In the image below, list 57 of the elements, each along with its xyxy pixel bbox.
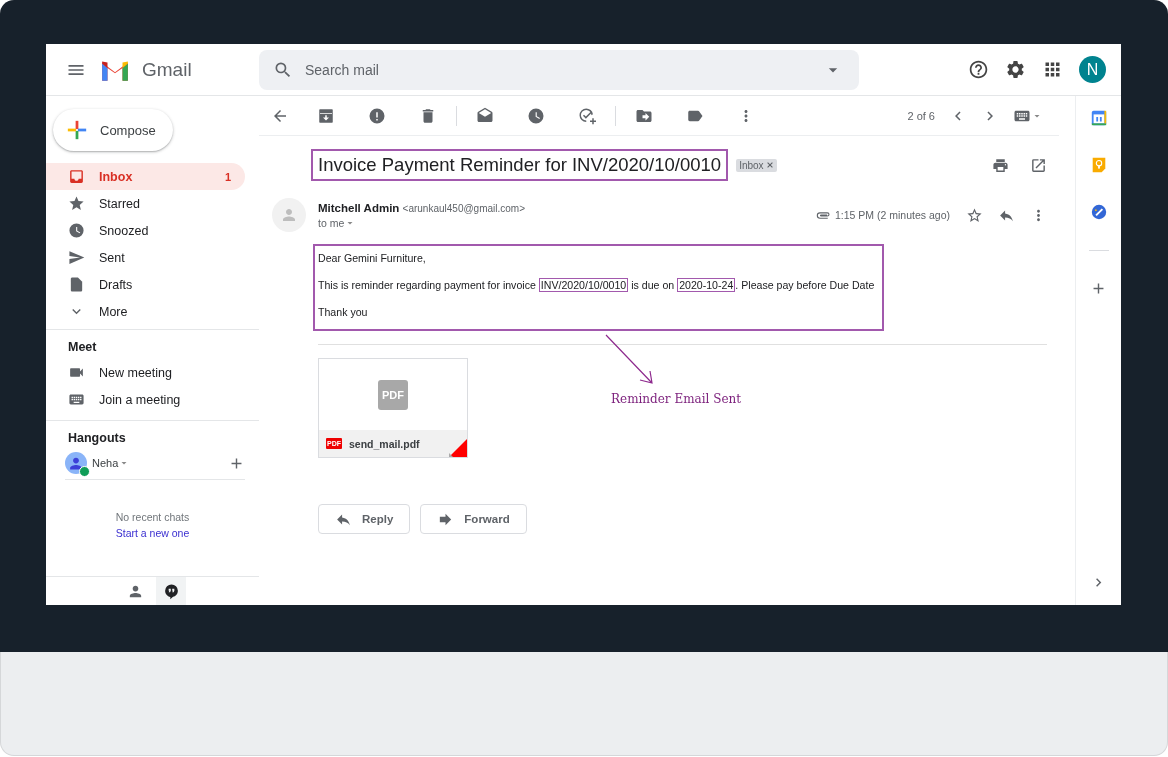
clock-icon[interactable]	[527, 106, 545, 125]
document-icon	[68, 276, 85, 293]
page-corner-icon	[449, 439, 467, 457]
speech-bubble-icon	[162, 582, 180, 600]
hangouts-tab[interactable]	[156, 577, 186, 605]
tasks-check-icon[interactable]	[1089, 203, 1108, 221]
close-icon[interactable]	[765, 161, 774, 169]
empty-chats-text: No recent chats	[114, 511, 191, 523]
action-button[interactable]: Forward	[420, 504, 527, 534]
sender-avatar	[272, 198, 306, 232]
sender-name: Mitchell Admin	[318, 201, 400, 214]
pdf-thumbnail: PDF	[378, 379, 408, 410]
clock-icon	[68, 222, 85, 239]
envelope-icon[interactable]	[476, 106, 494, 125]
add-task-icon[interactable]	[578, 106, 596, 125]
attachment-filename: send_mail.pdf	[349, 437, 420, 450]
open-in-new-window-icon[interactable]	[1030, 156, 1047, 174]
star-icon	[68, 195, 85, 212]
archive-icon[interactable]	[317, 106, 335, 125]
user-avatar[interactable]	[65, 452, 87, 474]
send-icon	[68, 249, 85, 266]
unread-count: 1	[224, 170, 231, 183]
nav-item[interactable]: Drafts	[46, 271, 245, 298]
action-button[interactable]: Reply	[318, 504, 411, 534]
star-icon[interactable]	[966, 206, 983, 224]
nav-item[interactable]: Snoozed	[46, 217, 245, 244]
report-spam-icon[interactable]	[368, 106, 386, 125]
nav-item[interactable]: Inbox 1	[46, 163, 245, 190]
body-paragraph: Dear Gemini Furniture,	[318, 251, 426, 266]
meet-item[interactable]: Join a meeting	[46, 386, 245, 413]
section-title: Hangouts	[67, 431, 127, 447]
app-name: Gmail	[142, 58, 192, 81]
start-chat-link[interactable]: Start a new one	[46, 527, 259, 539]
body-paragraph: This is reminder regarding payment for invoice INV/2020/10/0010 is due on 2020-10-24 . Please pay before Due Date	[318, 277, 875, 294]
search-field[interactable]: Search mail	[259, 49, 859, 90]
page-counter: 2 of 6	[907, 109, 935, 122]
compose-button[interactable]: Compose	[53, 109, 173, 151]
meet-item[interactable]: New meeting	[46, 359, 245, 386]
print-icon[interactable]	[992, 156, 1009, 174]
annotation-label: Reminder Email Sent	[611, 392, 742, 406]
sender-email: <arunkaul450@gmail.com>	[402, 202, 525, 214]
help-icon[interactable]	[968, 59, 989, 80]
plus-icon	[66, 119, 88, 141]
inbox-icon	[68, 168, 85, 185]
body-paragraph: Thank you	[318, 305, 368, 320]
recipient-text: to me	[318, 216, 345, 229]
calendar-icon[interactable]	[1089, 109, 1108, 127]
email-subject: Invoice Payment Reminder for INV/2020/10/0010	[311, 149, 729, 181]
account-avatar[interactable]: N	[1079, 56, 1106, 83]
label-chip[interactable]: Inbox	[736, 158, 777, 172]
settings-icon[interactable]	[1005, 59, 1026, 80]
message-time: 1:15 PM (2 minutes ago)	[835, 209, 950, 221]
nav-item[interactable]: Starred	[46, 190, 245, 217]
nav-item[interactable]: More	[46, 298, 245, 325]
user-name[interactable]: Neha	[92, 457, 119, 469]
nav-item[interactable]: Sent	[46, 244, 245, 271]
section-title: Meet	[67, 340, 98, 356]
